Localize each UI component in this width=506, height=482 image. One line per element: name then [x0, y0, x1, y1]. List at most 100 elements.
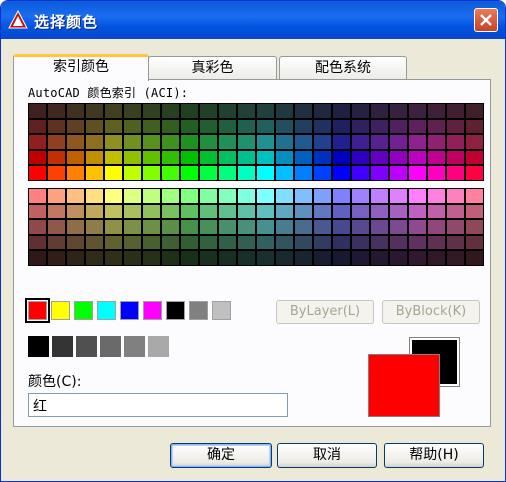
aci-color-swatch[interactable] [181, 251, 198, 265]
aci-color-swatch[interactable] [466, 189, 483, 203]
aci-color-swatch[interactable] [143, 166, 160, 180]
aci-color-swatch[interactable] [390, 104, 407, 118]
aci-color-swatch[interactable] [352, 204, 369, 219]
aci-color-swatch[interactable] [181, 104, 198, 118]
aci-color-swatch[interactable] [238, 204, 255, 219]
aci-color-swatch[interactable] [67, 220, 84, 234]
aci-color-swatch[interactable] [428, 135, 445, 149]
aci-color-swatch[interactable] [143, 119, 160, 134]
aci-color-swatch[interactable] [371, 119, 388, 134]
aci-color-swatch[interactable] [447, 235, 464, 250]
aci-color-swatch[interactable] [295, 104, 312, 118]
gray-color-swatch[interactable] [76, 336, 97, 357]
aci-color-swatch[interactable] [181, 235, 198, 250]
aci-color-swatch[interactable] [333, 189, 350, 203]
aci-color-swatch[interactable] [200, 150, 217, 165]
cancel-button[interactable]: 取消 [277, 443, 377, 468]
aci-color-swatch[interactable] [162, 251, 179, 265]
aci-color-swatch[interactable] [67, 104, 84, 118]
aci-color-swatch[interactable] [257, 119, 274, 134]
aci-color-swatch[interactable] [219, 150, 236, 165]
aci-color-swatch[interactable] [276, 235, 293, 250]
aci-color-swatch[interactable] [295, 119, 312, 134]
aci-color-swatch[interactable] [238, 189, 255, 203]
standard-color-swatch[interactable] [51, 301, 70, 320]
aci-color-swatch[interactable] [29, 119, 46, 134]
aci-color-swatch[interactable] [428, 150, 445, 165]
aci-color-swatch[interactable] [219, 189, 236, 203]
aci-color-swatch[interactable] [333, 251, 350, 265]
aci-color-swatch[interactable] [447, 150, 464, 165]
aci-color-swatch[interactable] [276, 251, 293, 265]
aci-color-swatch[interactable] [409, 220, 426, 234]
aci-color-swatch[interactable] [162, 204, 179, 219]
aci-color-swatch[interactable] [181, 150, 198, 165]
aci-color-swatch[interactable] [181, 220, 198, 234]
aci-color-swatch[interactable] [219, 220, 236, 234]
aci-color-swatch[interactable] [390, 135, 407, 149]
aci-color-swatch[interactable] [162, 135, 179, 149]
aci-color-swatch[interactable] [390, 119, 407, 134]
aci-color-swatch[interactable] [409, 104, 426, 118]
standard-color-swatch[interactable] [97, 301, 116, 320]
aci-color-swatch[interactable] [447, 166, 464, 180]
aci-color-swatch[interactable] [428, 235, 445, 250]
aci-color-swatch[interactable] [409, 204, 426, 219]
aci-color-swatch[interactable] [428, 204, 445, 219]
aci-color-swatch[interactable] [48, 135, 65, 149]
aci-color-swatch[interactable] [390, 235, 407, 250]
aci-color-swatch[interactable] [143, 251, 160, 265]
aci-color-swatch[interactable] [314, 150, 331, 165]
aci-color-swatch[interactable] [352, 189, 369, 203]
aci-color-swatch[interactable] [295, 135, 312, 149]
aci-color-swatch[interactable] [67, 119, 84, 134]
aci-color-swatch[interactable] [466, 235, 483, 250]
gray-color-swatch[interactable] [124, 336, 145, 357]
aci-color-swatch[interactable] [48, 220, 65, 234]
aci-color-swatch[interactable] [466, 220, 483, 234]
aci-color-swatch[interactable] [162, 104, 179, 118]
aci-color-swatch[interactable] [390, 166, 407, 180]
aci-color-swatch[interactable] [181, 166, 198, 180]
aci-color-swatch[interactable] [257, 150, 274, 165]
aci-color-swatch[interactable] [48, 150, 65, 165]
gray-color-swatch[interactable] [52, 336, 73, 357]
aci-color-swatch[interactable] [447, 135, 464, 149]
aci-color-swatch[interactable] [295, 220, 312, 234]
aci-color-swatch[interactable] [219, 135, 236, 149]
aci-color-swatch[interactable] [409, 135, 426, 149]
byblock-button[interactable]: ByBlock(K) [382, 300, 480, 324]
aci-color-swatch[interactable] [238, 166, 255, 180]
aci-color-swatch[interactable] [48, 104, 65, 118]
aci-color-swatch[interactable] [314, 220, 331, 234]
aci-color-swatch[interactable] [124, 235, 141, 250]
aci-color-swatch[interactable] [276, 150, 293, 165]
aci-color-swatch[interactable] [67, 204, 84, 219]
close-button[interactable] [474, 8, 498, 32]
aci-color-swatch[interactable] [428, 189, 445, 203]
aci-color-swatch[interactable] [371, 166, 388, 180]
aci-color-swatch[interactable] [352, 104, 369, 118]
aci-color-swatch[interactable] [48, 166, 65, 180]
aci-color-swatch[interactable] [276, 189, 293, 203]
standard-color-swatch[interactable] [74, 301, 93, 320]
aci-color-swatch[interactable] [409, 251, 426, 265]
aci-color-swatch[interactable] [447, 251, 464, 265]
aci-color-swatch[interactable] [314, 135, 331, 149]
aci-color-swatch[interactable] [352, 235, 369, 250]
standard-color-swatch[interactable] [212, 301, 231, 320]
aci-color-swatch[interactable] [276, 135, 293, 149]
aci-color-swatch[interactable] [466, 150, 483, 165]
help-button[interactable]: 帮助(H) [384, 443, 484, 468]
aci-color-swatch[interactable] [371, 150, 388, 165]
aci-color-swatch[interactable] [105, 166, 122, 180]
aci-color-swatch[interactable] [200, 135, 217, 149]
aci-color-swatch[interactable] [124, 150, 141, 165]
aci-color-swatch[interactable] [29, 166, 46, 180]
aci-color-swatch[interactable] [352, 251, 369, 265]
aci-color-swatch[interactable] [409, 150, 426, 165]
aci-color-swatch[interactable] [314, 119, 331, 134]
aci-color-swatch[interactable] [219, 104, 236, 118]
aci-color-swatch[interactable] [257, 204, 274, 219]
aci-color-swatch[interactable] [466, 251, 483, 265]
